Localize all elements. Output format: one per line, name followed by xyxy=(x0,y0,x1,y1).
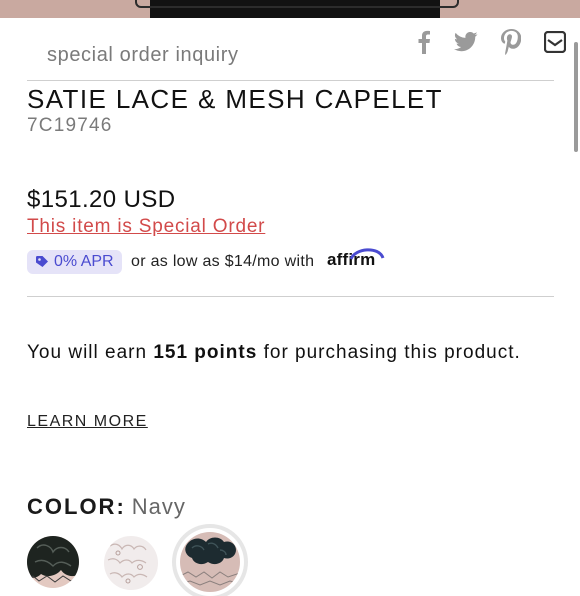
special-order-link[interactable]: This item is Special Order xyxy=(27,216,265,238)
color-swatch-black[interactable] xyxy=(27,536,79,588)
color-label-text: COLOR: xyxy=(27,494,126,519)
tag-icon xyxy=(36,256,48,267)
color-selected-value: Navy xyxy=(131,494,186,519)
navy-swatch-inner xyxy=(180,532,240,592)
apr-badge[interactable]: 0% APR xyxy=(27,250,122,274)
email-icon[interactable] xyxy=(543,30,567,54)
rewards-text: You will earn 151 points for purchasing … xyxy=(27,341,547,365)
product-image xyxy=(0,0,580,18)
rewards-prefix: You will earn xyxy=(27,342,148,363)
apr-label: 0% APR xyxy=(54,253,114,270)
navy-lace-swatch-icon xyxy=(180,537,240,586)
learn-more-link[interactable]: LEARN MORE xyxy=(27,413,148,431)
product-sku: 7C19746 xyxy=(27,115,113,136)
black-lace-swatch-icon xyxy=(27,536,79,583)
product-title: SATIE LACE & MESH CAPELET xyxy=(27,84,443,114)
color-label: COLOR: Navy xyxy=(27,494,186,520)
scrollbar[interactable] xyxy=(574,42,578,152)
divider xyxy=(27,80,554,81)
product-image-frame xyxy=(135,0,459,8)
rewards-points: 151 points xyxy=(153,342,258,363)
twitter-icon[interactable] xyxy=(454,30,478,54)
white-lace-swatch-icon xyxy=(107,543,148,584)
color-swatch-white[interactable] xyxy=(104,536,158,590)
affirm-arc-icon xyxy=(349,248,385,260)
rewards-suffix: for purchasing this product. xyxy=(263,342,521,363)
color-swatch-navy-selected[interactable] xyxy=(176,528,244,596)
affirm-logo[interactable]: affirm xyxy=(327,248,385,270)
financing-text: or as low as $14/mo with xyxy=(131,253,315,270)
pinterest-icon[interactable] xyxy=(499,29,523,55)
divider xyxy=(27,296,554,297)
product-price: $151.20 USD xyxy=(27,186,176,213)
facebook-icon[interactable] xyxy=(412,30,436,54)
special-order-inquiry-link[interactable]: special order inquiry xyxy=(47,44,239,67)
